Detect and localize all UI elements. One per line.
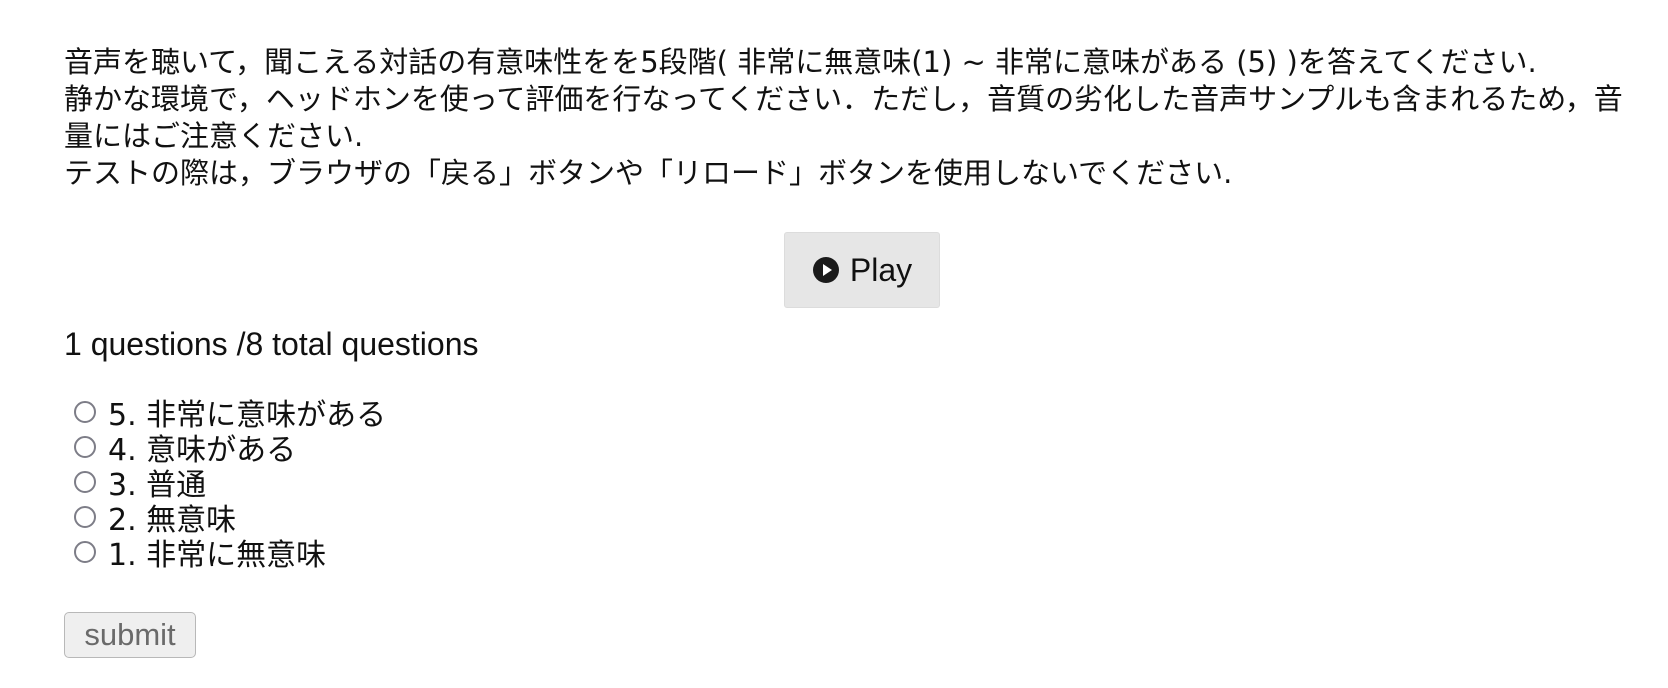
question-progress: 1 questions /8 total questions [64,326,479,362]
radio-button[interactable] [74,470,96,493]
play-circle-icon [812,256,840,284]
instructions: 音声を聴いて，聞こえる対話の有意味性をを5段階( 非常に無意味(1) ~ 非常に… [64,44,1644,192]
instruction-line-1: 音声を聴いて，聞こえる対話の有意味性をを5段階( 非常に無意味(1) ~ 非常に… [64,45,1537,79]
play-button[interactable]: Play [784,232,940,308]
rating-options: 5. 非常に意味がある 4. 意味がある 3. 普通 2. 無意味 1. 非常に… [74,394,386,573]
submit-button[interactable]: submit [64,612,196,658]
rating-option-1[interactable]: 1. 非常に無意味 [74,534,386,573]
player: Play [784,232,940,308]
radio-button[interactable] [74,435,96,458]
evaluation-page: 音声を聴いて，聞こえる対話の有意味性をを5段階( 非常に無意味(1) ~ 非常に… [64,44,1644,658]
radio-button[interactable] [74,505,96,528]
play-label: Play [849,251,913,288]
radio-button[interactable] [74,540,96,563]
instruction-line-3: テストの際は，ブラウザの「戻る」ボタンや「リロード」ボタンを使用しないでください… [64,156,1233,190]
rating-option-label: 1. 非常に無意味 [108,537,327,573]
radio-button[interactable] [74,400,96,423]
instruction-line-2: 静かな環境で，ヘッドホンを使って評価を行なってください．ただし，音質の劣化した音… [64,82,1623,153]
